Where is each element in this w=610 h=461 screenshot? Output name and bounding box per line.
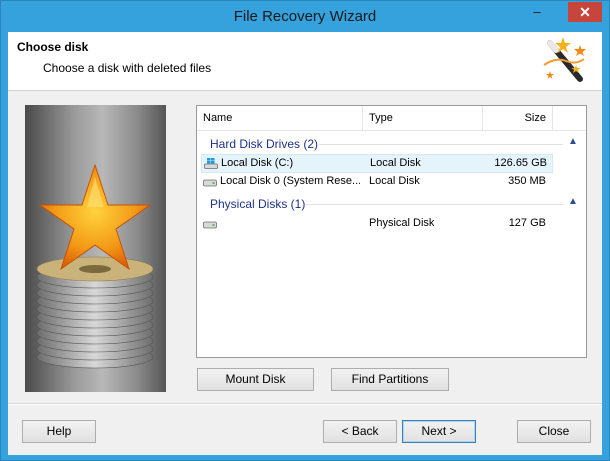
disk-size: 350 MB xyxy=(508,175,546,187)
group-label: Hard Disk Drives (2) xyxy=(210,137,319,151)
windows-drive-icon xyxy=(204,158,218,169)
disk-type: Local Disk xyxy=(370,157,421,169)
disk-size: 127 GB xyxy=(508,217,546,229)
group-divider xyxy=(319,144,563,145)
minimize-button[interactable]: – xyxy=(524,2,550,22)
disk-name: Local Disk (C:) xyxy=(221,157,294,169)
disk-row-system-reserved[interactable]: Local Disk 0 (System Rese... Local Disk … xyxy=(201,173,553,192)
disk-size: 126.65 GB xyxy=(494,157,547,169)
file-recovery-wizard-window: File Recovery Wizard – ✕ Choose disk Cho… xyxy=(0,0,610,461)
close-button[interactable]: Close xyxy=(517,420,591,443)
group-physical-disks[interactable]: Physical Disks (1) ▲ xyxy=(197,195,586,213)
drive-icon xyxy=(203,179,217,187)
title-bar[interactable]: File Recovery Wizard – ✕ xyxy=(1,1,609,32)
disk-row-physical-disk[interactable]: Physical Disk 127 GB xyxy=(201,215,553,234)
mount-disk-button[interactable]: Mount Disk xyxy=(197,368,314,391)
column-header-type[interactable]: Type xyxy=(363,106,483,131)
group-label: Physical Disks (1) xyxy=(210,197,306,211)
disk-row-local-disk-c[interactable]: Local Disk (C:) Local Disk 126.65 GB xyxy=(201,154,553,173)
find-partitions-button[interactable]: Find Partitions xyxy=(331,368,449,391)
drive-icon xyxy=(203,221,217,229)
column-header-name[interactable]: Name xyxy=(197,106,363,131)
wizard-header: Choose disk Choose a disk with deleted f… xyxy=(8,32,602,91)
group-hard-disk-drives[interactable]: Hard Disk Drives (2) ▲ xyxy=(197,135,586,153)
collapse-chevron-icon[interactable]: ▲ xyxy=(568,196,580,210)
footer-divider-highlight xyxy=(8,404,602,405)
column-header-size[interactable]: Size xyxy=(483,106,553,131)
disk-list[interactable]: Name Type Size Hard Disk Drives (2) ▲ Lo… xyxy=(196,105,587,358)
column-header-row: Name Type Size xyxy=(197,106,586,131)
close-window-button[interactable]: ✕ xyxy=(568,2,602,22)
back-button[interactable]: < Back xyxy=(323,420,397,443)
window-title: File Recovery Wizard xyxy=(233,8,377,25)
disk-type: Physical Disk xyxy=(369,217,435,229)
disk-type: Local Disk xyxy=(369,175,420,187)
next-button[interactable]: Next > xyxy=(402,420,476,443)
collapse-chevron-icon[interactable]: ▲ xyxy=(568,136,580,150)
magic-wand-icon xyxy=(543,37,586,82)
disk-name: Local Disk 0 (System Rese... xyxy=(220,175,360,187)
page-title: Choose disk xyxy=(17,40,89,54)
page-subtitle: Choose a disk with deleted files xyxy=(43,61,212,75)
help-button[interactable]: Help xyxy=(22,420,96,443)
group-divider xyxy=(305,204,563,205)
disk-star-illustration xyxy=(25,105,166,392)
wizard-client-area: Choose disk Choose a disk with deleted f… xyxy=(8,32,602,455)
